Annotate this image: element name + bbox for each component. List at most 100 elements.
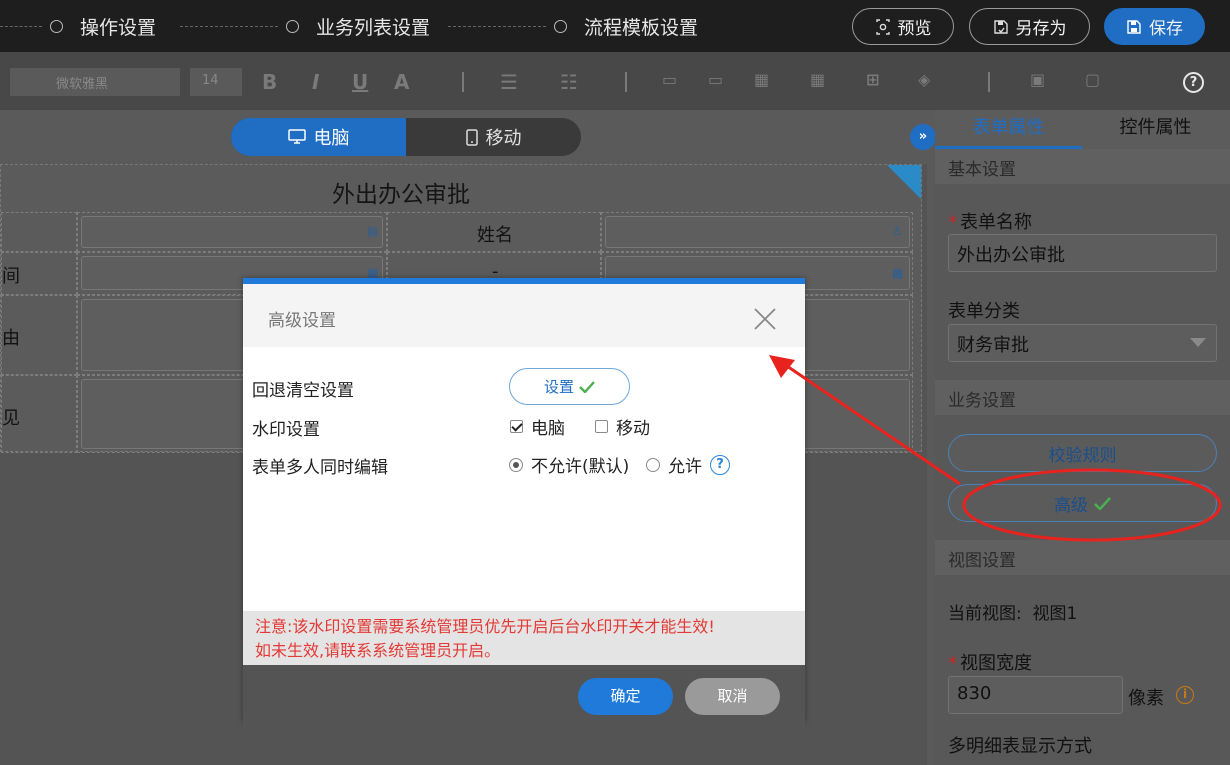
step-divider	[180, 25, 279, 27]
id-card-icon: ▤	[367, 224, 379, 238]
cell-color-icon[interactable]: ▦	[754, 70, 769, 89]
device-tab-pc[interactable]: 电脑	[231, 118, 406, 156]
top-bar: 操作设置 业务列表设置 流程模板设置 预览 另存为 保存	[0, 0, 1230, 52]
italic-icon[interactable]: I	[312, 70, 319, 94]
collapse-panel-icon[interactable]: »	[910, 124, 936, 150]
table-icon[interactable]: ⊞	[866, 70, 879, 89]
form-input[interactable]	[605, 216, 910, 248]
step-operation-settings[interactable]: 操作设置	[50, 13, 156, 40]
help-icon[interactable]: ?	[1183, 72, 1204, 93]
bold-icon[interactable]: B	[262, 70, 277, 94]
section-basic: 基本设置	[935, 149, 1230, 184]
device-tab-mobile[interactable]: 移动	[406, 118, 581, 156]
font-family-select[interactable]: 微软雅黑	[10, 68, 180, 96]
save-as-button[interactable]: 另存为	[969, 8, 1090, 45]
advanced-button[interactable]: 高级	[948, 484, 1217, 522]
question-icon[interactable]: ?	[710, 454, 730, 475]
check-icon	[579, 380, 595, 393]
calendar-icon: ▦	[892, 266, 904, 280]
properties-panel: 表单属性 控件属性 基本设置 * 表单名称 外出办公审批 表单分类 财务审批 业务…	[935, 110, 1230, 765]
form-input[interactable]	[81, 216, 383, 248]
device-tab-label: 电脑	[313, 128, 350, 149]
rollback-button-label: 设置	[543, 378, 574, 396]
align-top-icon[interactable]: ☷	[560, 70, 578, 94]
font-color-icon[interactable]: A	[394, 70, 409, 94]
align-left-icon[interactable]: ☰	[500, 70, 518, 94]
preview-label: 预览	[897, 19, 932, 39]
form-cell[interactable]: 间	[1, 252, 77, 295]
fill-bucket-icon[interactable]: ◈	[918, 70, 930, 89]
form-name-input[interactable]: 外出办公审批	[948, 234, 1217, 272]
watermark-mobile-label: 移动	[616, 419, 650, 439]
watermark-pc-option[interactable]: 电脑	[510, 414, 565, 439]
image-icon[interactable]: ▣	[1030, 70, 1045, 89]
rollback-label: 回退清空设置	[252, 381, 354, 401]
watermark-mobile-option[interactable]: 移动	[595, 414, 650, 439]
opinion-label: 见	[2, 408, 20, 429]
tab-control-properties[interactable]: 控件属性	[1082, 110, 1229, 149]
multi-edit-disallow-radio[interactable]	[509, 457, 523, 472]
multi-edit-label: 表单多人同时编辑	[252, 458, 388, 478]
current-view: 当前视图: 视图1	[948, 604, 1078, 624]
confirm-button[interactable]: 确定	[578, 678, 673, 715]
advanced-label: 高级	[1054, 495, 1088, 516]
user-icon: ♙	[892, 224, 903, 238]
cancel-button[interactable]: 取消	[685, 678, 780, 715]
multi-edit-disallow-option[interactable]: 不允许(默认)	[509, 452, 629, 477]
validate-rules-button[interactable]: 校验规则	[948, 434, 1217, 472]
step-list-settings[interactable]: 业务列表设置	[286, 13, 430, 40]
rollback-settings-button[interactable]: 设置	[509, 368, 630, 405]
form-cell[interactable]: ♙	[601, 212, 913, 252]
info-icon[interactable]: i	[1176, 686, 1194, 704]
dialog-title: 高级设置	[268, 311, 336, 331]
frame-icon[interactable]: ▢	[1085, 70, 1100, 89]
form-cell[interactable]: 见	[1, 375, 77, 453]
chevron-down-icon	[1190, 338, 1206, 347]
form-name-label: * 表单名称	[948, 212, 1032, 233]
format-toolbar: 微软雅黑 14 B I U A ☰ ☷ ▭ ▭ ▦ ▦ ⊞ ◈ ▣ ▢ ?	[0, 52, 1230, 110]
underline-icon[interactable]: U	[352, 70, 368, 94]
view-width-input[interactable]: 830	[948, 676, 1123, 714]
toolbar-divider	[988, 72, 990, 92]
form-cell[interactable]	[1, 212, 77, 252]
multi-edit-allow-option[interactable]: 允许 ?	[646, 452, 730, 477]
step-template-settings[interactable]: 流程模板设置	[554, 13, 698, 40]
eye-icon	[875, 18, 890, 35]
font-size-select[interactable]: 14	[190, 68, 242, 96]
watermark-mobile-checkbox[interactable]	[595, 420, 608, 433]
save-as-icon	[993, 19, 1008, 34]
device-tab-label: 移动	[485, 128, 522, 149]
save-button[interactable]: 保存	[1104, 8, 1205, 45]
save-as-label: 另存为	[1015, 19, 1067, 39]
warning-line: 如未生效,请联系系统管理员开启。	[255, 641, 501, 660]
time-label: 间	[2, 266, 20, 287]
step-label: 流程模板设置	[584, 16, 699, 39]
watermark-label: 水印设置	[252, 420, 320, 440]
multi-edit-allow-radio[interactable]	[646, 457, 660, 472]
category-select[interactable]: 财务审批	[948, 324, 1217, 362]
category-value: 财务审批	[957, 335, 1029, 356]
form-cell[interactable]: 由	[1, 295, 77, 375]
form-cell[interactable]: 姓名	[387, 212, 601, 252]
save-icon	[1127, 19, 1141, 34]
dialog-footer: 确定 取消	[243, 665, 805, 728]
merge-cells-icon[interactable]: ▭	[662, 70, 677, 89]
validate-rules-label: 校验规则	[1048, 445, 1117, 466]
tab-form-properties[interactable]: 表单属性	[935, 110, 1082, 149]
close-icon[interactable]	[750, 304, 780, 334]
watermark-pc-checkbox[interactable]	[510, 420, 523, 433]
view-width-label: * 视图宽度	[948, 653, 1032, 674]
dialog-body: 回退清空设置 设置 水印设置 电脑 移动 表单多人同时编辑 不允许(默认) 允许…	[243, 347, 805, 611]
preview-button[interactable]: 预览	[852, 8, 954, 45]
form-cell[interactable]: ▤	[77, 212, 387, 252]
phone-icon	[465, 128, 478, 146]
corner-badge-icon	[887, 165, 921, 199]
pixel-unit: 像素	[1128, 688, 1164, 709]
step-nav: 操作设置 业务列表设置 流程模板设置	[0, 0, 698, 52]
multi-detail-label: 多明细表显示方式	[948, 736, 1092, 757]
split-cells-icon[interactable]: ▭	[708, 70, 723, 89]
monitor-icon	[287, 129, 306, 144]
border-color-icon[interactable]: ▦	[810, 70, 825, 89]
category-label: 表单分类	[948, 301, 1020, 322]
advanced-settings-dialog: 高级设置 回退清空设置 设置 水印设置 电脑 移动 表单多人同时编辑 不允许(默…	[243, 278, 805, 728]
